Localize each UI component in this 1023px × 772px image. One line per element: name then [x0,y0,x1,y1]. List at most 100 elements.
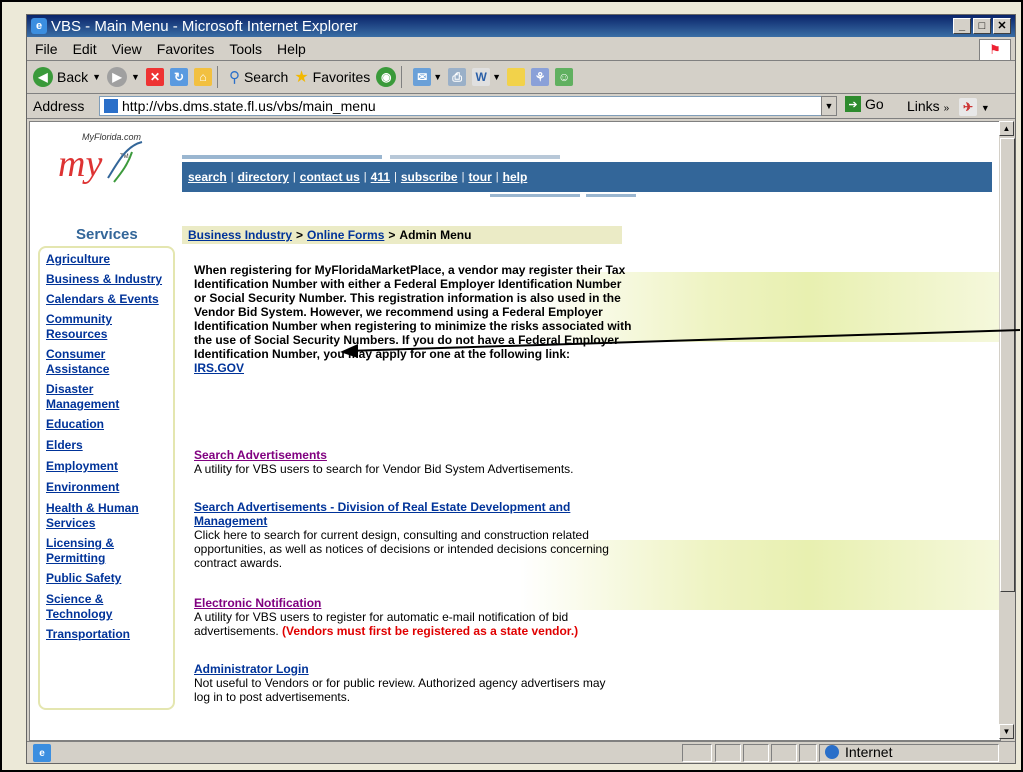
chevron-down-icon[interactable]: ▼ [821,96,837,116]
sidebar-item-transportation[interactable]: Transportation [46,627,173,642]
sidebar-item-agriculture[interactable]: Agriculture [46,252,173,267]
toolbar: ◀ Back ▼ ▶ ▼ ✕ ↻ ⌂ ⚲ Search ★ Favorites … [27,61,1015,94]
media-icon[interactable]: ◉ [376,67,397,87]
florida-swoosh-icon [107,141,143,183]
favorites-button[interactable]: ★ Favorites [294,67,370,87]
administrator-login-section: Administrator Login Not useful to Vendor… [194,662,624,704]
go-button[interactable]: ➔ Go [845,96,884,112]
irs-gov-link[interactable]: IRS.GOV [194,361,244,375]
sidebar-item-science-technology[interactable]: Science & Technology [46,592,126,622]
chevron-down-icon[interactable]: ▼ [433,72,442,82]
sidebar-item-elders[interactable]: Elders [46,438,173,453]
sidebar-item-employment[interactable]: Employment [46,459,173,474]
zone-label: Internet [845,744,893,760]
sidebar-item-public-safety[interactable]: Public Safety [46,571,173,586]
favorites-label: Favorites [312,69,371,85]
toolbar-separator [401,66,403,88]
menu-view[interactable]: View [112,41,142,57]
scroll-up-arrow-icon[interactable]: ▲ [999,121,1014,136]
menu-help[interactable]: Help [277,41,306,57]
nav-contact-us[interactable]: contact us [300,170,360,184]
messenger-icon[interactable]: ☺ [555,68,574,86]
screenshot-frame: e VBS - Main Menu - Microsoft Internet E… [0,0,1023,772]
links-button[interactable]: Links » ✈ ▼ [907,98,990,116]
discuss-icon[interactable] [507,68,526,86]
menu-edit[interactable]: Edit [73,41,97,57]
status-cell [743,744,769,762]
home-icon[interactable]: ⌂ [193,68,212,86]
back-button[interactable]: ◀ Back ▼ [33,67,101,87]
scroll-down-arrow-icon[interactable]: ▼ [999,724,1014,739]
refresh-icon[interactable]: ↻ [169,68,188,86]
research-icon[interactable]: ⚘ [531,68,550,86]
page-status-icon: e [33,744,51,762]
sidebar-item-community-resources[interactable]: Community Resources [46,312,116,342]
vendor-registration-note: (Vendors must first be registered as a s… [282,624,579,638]
intro-text: When registering for MyFloridaMarketPlac… [194,263,634,375]
chevron-down-icon[interactable]: ▼ [92,72,101,82]
address-input[interactable]: http://vbs.dms.state.fl.us/vbs/main_menu… [99,96,837,116]
sidebar-item-environment[interactable]: Environment [46,480,173,495]
nav-accent-bar [182,155,382,159]
nav-accent-bar [586,194,636,197]
sidebar-item-licensing-permitting[interactable]: Licensing & Permitting [46,536,126,566]
menu-file[interactable]: File [35,41,58,57]
sidebar-item-education[interactable]: Education [46,417,173,432]
window-title: VBS - Main Menu - Microsoft Internet Exp… [51,17,358,35]
forward-arrow-icon: ▶ [107,67,128,87]
sidebar-item-consumer-assistance[interactable]: Consumer Assistance [46,347,116,377]
administrator-login-link[interactable]: Administrator Login [194,662,624,676]
nav-411[interactable]: 411 [371,170,390,184]
logo-mark: my [58,143,103,185]
maximize-button[interactable]: □ [973,18,991,34]
vertical-scrollbar[interactable]: ▲ ▼ [999,121,1015,739]
chevron-down-icon[interactable]: ▼ [131,72,140,82]
minimize-button[interactable]: _ [953,18,971,34]
sidebar-item-disaster-management[interactable]: Disaster Management [46,382,132,412]
close-button[interactable]: ✕ [993,18,1011,34]
sidebar-item-health-human-services[interactable]: Health & Human Services [46,501,146,531]
status-bar: e Internet [27,741,1015,763]
electronic-notification-section: Electronic Notification A utility for VB… [194,596,624,638]
status-cell [715,744,741,762]
edit-icon[interactable]: W [472,68,491,86]
go-label: Go [865,96,884,112]
stop-icon[interactable]: ✕ [145,68,164,86]
scroll-thumb[interactable] [1000,138,1015,592]
electronic-notification-link[interactable]: Electronic Notification [194,596,624,610]
print-icon[interactable]: ⎙ [448,68,467,86]
title-bar: e VBS - Main Menu - Microsoft Internet E… [27,15,1015,37]
breadcrumb: Business Industry > Online Forms > Admin… [182,226,622,244]
search-advertisements-section: Search Advertisements A utility for VBS … [194,448,624,476]
search-advertisements-link[interactable]: Search Advertisements [194,448,624,462]
menu-tools[interactable]: Tools [229,41,262,57]
search-advertisements-desc: A utility for VBS users to search for Ve… [194,462,574,476]
myflorida-logo[interactable]: MyFlorida.com my TM [52,132,152,188]
callout-arrow [340,329,1020,358]
star-icon: ★ [294,69,309,86]
nav-search[interactable]: search [188,170,227,184]
sidebar-item-business-industry[interactable]: Business & Industry [46,272,173,287]
nav-help[interactable]: help [503,170,528,184]
menu-bar: File Edit View Favorites Tools Help [27,38,1015,61]
real-estate-search-link[interactable]: Search Advertisements - Division of Real… [194,500,624,528]
services-heading: Services [76,226,138,243]
toolbar-extension-icon[interactable]: ✈ [959,98,978,116]
chevron-down-icon[interactable]: ▼ [981,103,990,113]
page-viewport: MyFlorida.com my TM Services Agriculture… [29,121,1001,741]
administrator-login-desc: Not useful to Vendors or for public revi… [194,676,606,704]
mail-icon[interactable]: ✉ [413,68,432,86]
menu-favorites[interactable]: Favorites [157,41,215,57]
toolbar-separator [216,66,218,88]
nav-subscribe[interactable]: subscribe [401,170,458,184]
nav-directory[interactable]: directory [238,170,289,184]
breadcrumb-online-forms[interactable]: Online Forms [307,228,384,242]
chevron-down-icon[interactable]: ▼ [492,72,501,82]
nav-tour[interactable]: tour [468,170,491,184]
breadcrumb-business-industry[interactable]: Business Industry [188,228,292,242]
top-navigation: search | directory | contact us | 411 | subs… [182,162,992,192]
sidebar-item-calendars-events[interactable]: Calendars & Events [46,292,173,307]
search-button[interactable]: ⚲ Search [229,68,288,86]
real-estate-section: Search Advertisements - Division of Real… [194,500,624,570]
forward-button[interactable]: ▶ ▼ [107,67,140,87]
